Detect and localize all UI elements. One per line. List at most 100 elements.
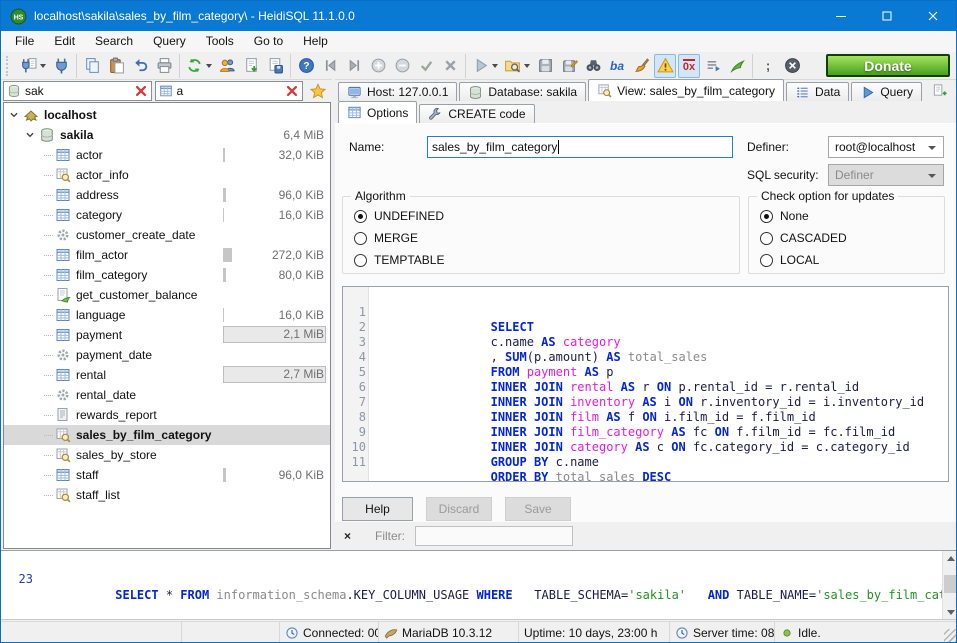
insert-record-button[interactable] [367,54,389,78]
close-button[interactable] [910,1,956,31]
online-help-button[interactable]: ? [295,54,317,78]
disconnect-button[interactable] [50,54,72,78]
menu-item[interactable]: Query [143,32,196,51]
toolbar-overflow-button[interactable]: ; [757,54,779,78]
session-manager-button[interactable] [18,54,48,78]
log-scrollbar[interactable] [942,551,957,619]
tab-view[interactable]: View: sales_by_film_category [588,79,784,101]
minimize-button[interactable] [818,1,864,31]
toolbar-button-icon [784,57,801,74]
tree-row[interactable]: sakila 6,4 MiB [4,125,330,145]
save-button[interactable]: Save [505,497,571,521]
cancel-editing-button[interactable] [439,54,461,78]
view-name-input[interactable]: sales_by_film_category [427,136,733,158]
stop-process-button[interactable] [781,54,803,78]
tree-connector [44,255,53,256]
tree-row[interactable]: language 16,0 KiB [4,305,330,325]
tab-options[interactable]: Options [338,101,417,123]
scroll-thumb[interactable] [944,575,957,593]
tree-row[interactable]: actor_info [4,165,330,185]
expand-chevron-icon[interactable] [23,128,37,142]
maximize-button[interactable] [864,1,910,31]
find-text-button[interactable] [582,54,604,78]
export-tables-button[interactable] [240,54,262,78]
definer-combobox[interactable]: root@localhost [828,136,944,158]
highlight-errors-button[interactable] [654,54,676,78]
last-record-button[interactable] [343,54,365,78]
scroll-down-arrow[interactable] [943,604,957,619]
tree-row[interactable]: actor 32,0 KiB [4,145,330,165]
tab-create-code[interactable]: CREATE code [419,104,534,123]
tree-row[interactable]: sales_by_film_category [4,425,330,445]
filter-input[interactable] [415,526,573,546]
tree-row[interactable]: payment_date [4,345,330,365]
tree-row[interactable]: get_customer_balance [4,285,330,305]
menu-item[interactable]: Help [293,32,338,51]
tree-row[interactable]: rental 2,7 MiB [4,365,330,385]
query-history-button[interactable] [702,54,724,78]
help-button[interactable]: Help [342,497,413,521]
tree-row[interactable]: localhost [4,105,330,125]
tree-row[interactable]: film_category 80,0 KiB [4,265,330,285]
tree-row[interactable]: sales_by_store [4,445,330,465]
hex-view-button[interactable]: 0x [678,54,700,78]
new-query-tab-button[interactable] [928,81,950,99]
tree-row[interactable]: film_actor 272,0 KiB [4,245,330,265]
menu-item[interactable]: Search [85,32,143,51]
tab-host[interactable]: Host: 127.0.0.1 [338,82,457,101]
post-changes-button[interactable] [415,54,437,78]
user-manager-button[interactable] [216,54,238,78]
tab-data[interactable]: Data [786,82,849,101]
tab-database[interactable]: Database: sakila [459,82,586,101]
reformat-sql-button[interactable] [630,54,652,78]
tree-row[interactable]: staff_list [4,485,330,505]
tree-row[interactable]: rewards_report [4,405,330,425]
check-option-radio[interactable]: LOCAL [749,249,944,271]
algorithm-radio-option[interactable]: MERGE [343,227,739,249]
delete-record-button[interactable] [391,54,413,78]
save-sql-button[interactable] [534,54,556,78]
database-filter-input[interactable]: sak [3,81,152,101]
tree-row[interactable]: rental_date [4,385,330,405]
resize-grip[interactable] [944,629,957,642]
tree-row[interactable]: category 16,0 KiB [4,205,330,225]
scroll-up-arrow[interactable] [943,551,957,566]
paste-button[interactable] [105,54,127,78]
undo-button[interactable] [129,54,151,78]
menu-item[interactable]: Tools [196,32,244,51]
first-record-button[interactable] [319,54,341,78]
algorithm-radio-option[interactable]: TEMPTABLE [343,249,739,271]
menu-item[interactable]: File [5,32,44,51]
save-snippet-button[interactable] [264,54,286,78]
copy-button[interactable] [81,54,103,78]
status-icon [675,626,689,640]
reconnect-button[interactable] [726,54,748,78]
menu-item[interactable]: Go to [244,32,293,51]
algorithm-radio-option[interactable]: UNDEFINED [343,205,739,227]
donate-button[interactable]: Donate [826,54,950,77]
discard-button[interactable]: Discard [426,497,492,521]
close-filter-icon[interactable]: × [344,529,351,543]
tree-row[interactable]: address 96,0 KiB [4,185,330,205]
check-option-radio[interactable]: CASCADED [749,227,944,249]
open-sql-file-button[interactable] [502,54,532,78]
save-sql-as-button[interactable] [558,54,580,78]
replace-text-button[interactable]: ba [606,54,628,78]
check-option-radio[interactable]: None [749,205,944,227]
sql-security-combobox[interactable]: Definer [828,164,944,186]
print-button[interactable] [153,54,175,78]
refresh-button[interactable] [184,54,214,78]
clear-database-filter-icon[interactable] [134,84,148,98]
menu-item[interactable]: Edit [44,32,85,51]
tree-row[interactable]: payment 2,1 MiB [4,325,330,345]
sql-editor[interactable]: 1 SELECT 2 c.name AS category 3 , [342,286,949,482]
run-query-button[interactable] [470,54,500,78]
favorites-filter-button[interactable] [306,81,330,101]
tree-row[interactable]: staff 96,0 KiB [4,465,330,485]
toolbar-grip-handle[interactable] [6,56,10,76]
expand-chevron-icon[interactable] [7,108,21,122]
tree-row[interactable]: customer_create_date [4,225,330,245]
tab-query[interactable]: Query [851,82,922,101]
clear-table-filter-icon[interactable] [285,84,299,98]
table-filter-input[interactable]: a [155,81,304,101]
